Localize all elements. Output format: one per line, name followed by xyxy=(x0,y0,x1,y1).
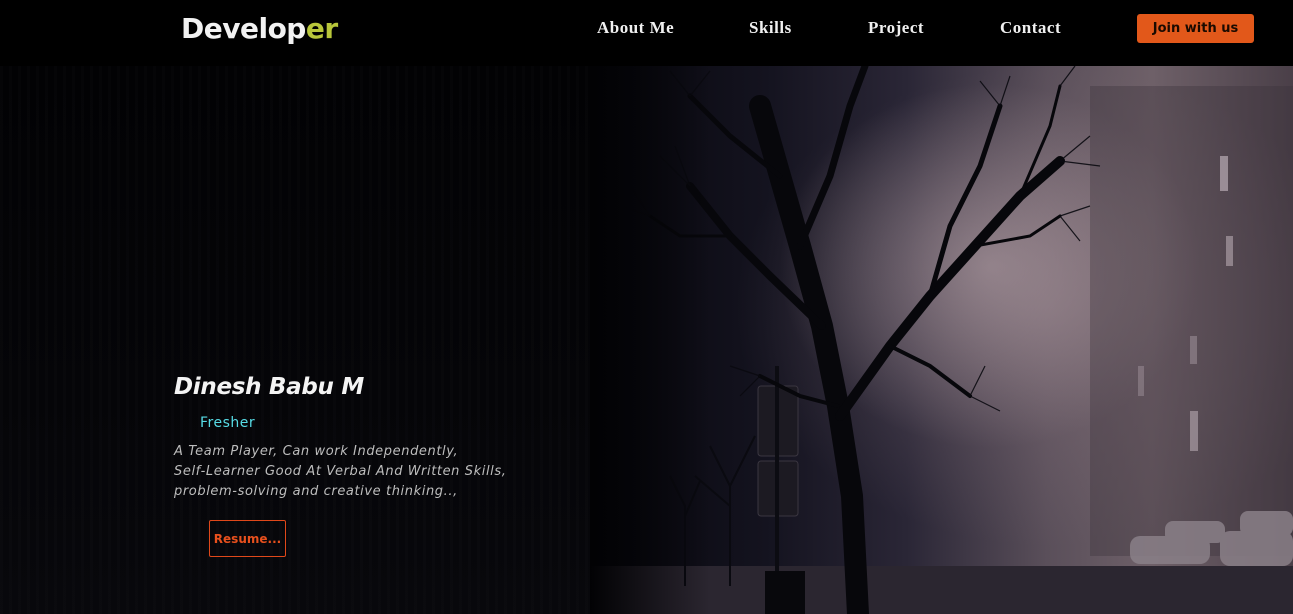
building-window xyxy=(1220,156,1228,191)
site-header: Developer About Me Skills Project Contac… xyxy=(0,0,1293,66)
hero-name: Dinesh Babu M xyxy=(174,374,364,400)
hero-description-line: Self-Learner Good At Verbal And Written … xyxy=(174,464,507,479)
hero-description-line: problem-solving and creative thinking.., xyxy=(174,484,458,499)
main-tree xyxy=(648,66,1065,614)
hero-dark-panel xyxy=(0,66,620,614)
tree-twigs xyxy=(619,66,1101,412)
building-window xyxy=(1226,236,1233,266)
hero-description-line: A Team Player, Can work Independently, xyxy=(174,444,459,459)
hero-section: Dinesh Babu M Fresher A Team Player, Can… xyxy=(0,66,1293,614)
brand-name-main: Develop xyxy=(181,12,306,45)
hero-role: Fresher xyxy=(200,415,256,431)
building-window xyxy=(1138,366,1144,396)
brand-name-accent: er xyxy=(305,12,338,45)
street-ground xyxy=(590,566,1293,614)
background-trees xyxy=(669,435,756,586)
night-tree-scene xyxy=(590,66,1293,614)
sign-pole xyxy=(775,366,779,596)
resume-button[interactable]: Resume... xyxy=(209,520,286,557)
nav-link-project[interactable]: Project xyxy=(868,18,924,38)
building-window xyxy=(1190,336,1197,364)
building-silhouette xyxy=(1090,86,1293,556)
hero-background-photo xyxy=(590,66,1293,614)
nav-link-contact[interactable]: Contact xyxy=(1000,18,1061,38)
brand-logo[interactable]: Developer xyxy=(181,12,338,45)
nav-link-skills[interactable]: Skills xyxy=(749,18,792,38)
building-window xyxy=(1190,411,1198,451)
trash-bin xyxy=(765,571,805,614)
join-with-us-button[interactable]: Join with us xyxy=(1137,14,1254,43)
nav-link-about-me[interactable]: About Me xyxy=(597,18,674,38)
